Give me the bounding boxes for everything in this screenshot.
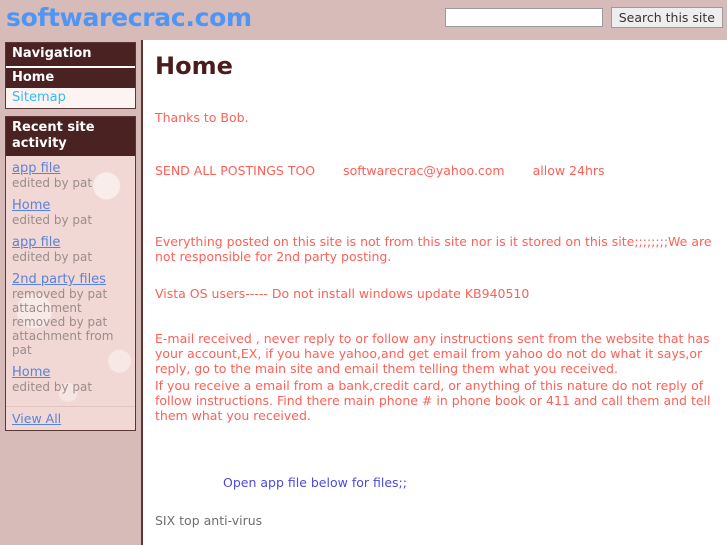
open-app-file-link[interactable]: Open app file below for files;; — [223, 475, 407, 490]
sidebar-item-home[interactable]: Home — [6, 66, 135, 88]
activity-meta: edited by pat — [12, 176, 93, 190]
postings-note: allow 24hrs — [532, 163, 605, 178]
list-item: 2nd party files removed by pat attachmen… — [12, 272, 129, 357]
recent-activity-panel-title: Recent site activity — [6, 117, 135, 156]
postings-email: softwarecrac@yahoo.com — [343, 163, 505, 178]
antivirus-heading: SIX top anti-virus — [155, 513, 263, 528]
view-all-row: View All — [6, 406, 135, 430]
email-warning-first: E-mail received , never reply to or foll… — [155, 331, 710, 376]
activity-meta: edited by pat — [12, 213, 93, 227]
list-item: app file edited by pat — [12, 235, 129, 264]
navigation-panel: Navigation Home Sitemap — [5, 42, 136, 109]
disclaimer-paragraph: Everything posted on this site is not fr… — [155, 234, 712, 264]
page-title: Home — [155, 52, 233, 80]
vista-notice: Vista OS users----- Do not install windo… — [155, 286, 530, 301]
postings-label: SEND ALL POSTINGS TOO — [155, 163, 316, 178]
activity-link[interactable]: app file — [12, 235, 129, 250]
sidebar-item-sitemap[interactable]: Sitemap — [6, 88, 135, 108]
activity-link[interactable]: Home — [12, 198, 129, 213]
view-all-link[interactable]: View All — [12, 411, 61, 426]
activity-link[interactable]: Home — [12, 365, 129, 380]
thanks-line: Thanks to Bob. — [155, 110, 249, 125]
search-input[interactable] — [444, 8, 603, 27]
activity-link[interactable]: 2nd party files — [12, 272, 129, 287]
list-item: Home edited by pat — [12, 198, 129, 227]
search-button[interactable]: Search this site — [610, 7, 723, 28]
site-header: softwarecrac.com Search this site — [0, 0, 727, 40]
sidebar: Navigation Home Sitemap Recent site acti… — [5, 42, 136, 438]
activity-meta: removed by pat — [12, 287, 108, 301]
activity-link[interactable]: app file — [12, 161, 129, 176]
activity-meta: attachment from pat — [12, 329, 114, 357]
activity-meta: edited by pat — [12, 250, 93, 264]
main-content: Home Thanks to Bob. SEND ALL POSTINGS TO… — [141, 40, 727, 545]
recent-activity-list: app file edited by pat Home edited by pa… — [6, 156, 135, 406]
search-area: Search this site — [444, 7, 723, 28]
open-app-file-row: Open app file below for files;; — [155, 475, 713, 491]
postings-line: SEND ALL POSTINGS TOO softwarecrac@yahoo.… — [155, 163, 713, 178]
sidebar-item-sitemap-label[interactable]: Sitemap — [12, 90, 66, 105]
site-title: softwarecrac.com — [6, 3, 252, 32]
activity-meta: edited by pat — [12, 380, 93, 394]
list-item: app file edited by pat — [12, 161, 129, 190]
email-warning-second: If you receive a email from a bank,credi… — [155, 378, 711, 423]
activity-meta: attachment removed by pat — [12, 301, 108, 329]
recent-activity-panel: Recent site activity app file edited by … — [5, 116, 136, 431]
navigation-panel-title: Navigation — [6, 43, 135, 66]
page-body: Navigation Home Sitemap Recent site acti… — [0, 40, 727, 545]
list-item: Home edited by pat — [12, 365, 129, 394]
